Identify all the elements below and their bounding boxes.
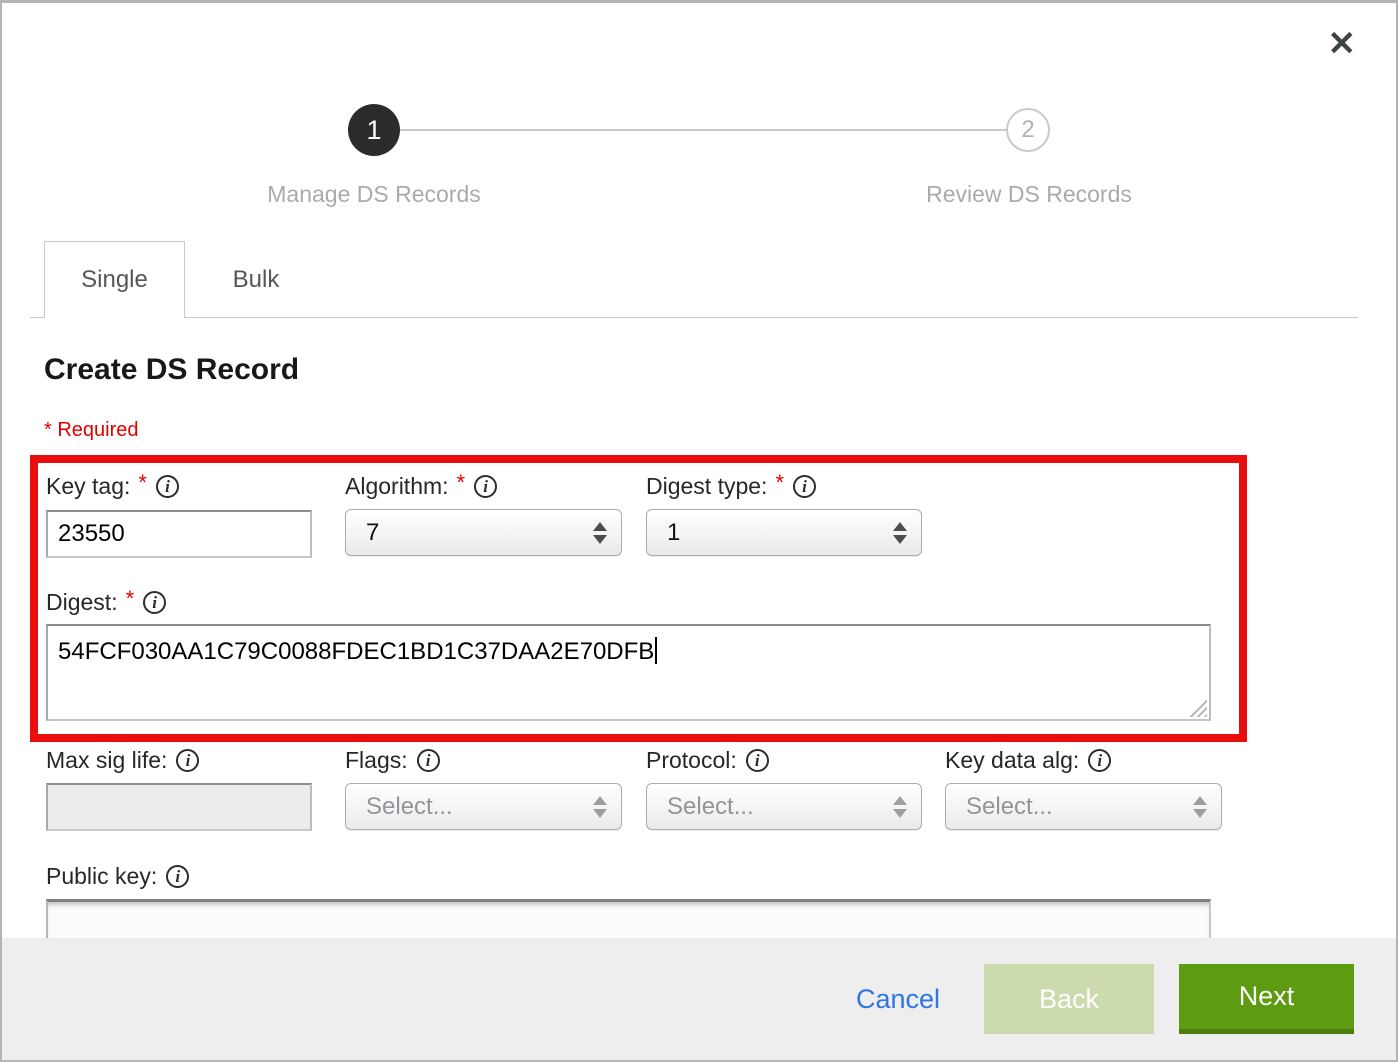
info-icon[interactable]: i [1088, 749, 1111, 772]
info-icon[interactable]: i [474, 475, 497, 498]
algorithm-label-row: Algorithm: * i [345, 471, 497, 501]
protocol-select[interactable]: Select... [646, 783, 922, 830]
public-key-label: Public key: [46, 863, 157, 890]
key-data-alg-select-value: Select... [966, 793, 1185, 821]
info-icon[interactable]: i [417, 749, 440, 772]
info-icon[interactable]: i [176, 749, 199, 772]
protocol-label: Protocol: [646, 747, 737, 774]
step-2-number: 2 [1021, 116, 1034, 144]
required-asterisk: * [457, 470, 466, 496]
key-tag-label: Key tag: [46, 473, 130, 500]
key-data-alg-select[interactable]: Select... [945, 783, 1222, 830]
next-button[interactable]: Next [1179, 964, 1354, 1034]
key-tag-label-row: Key tag: * i [46, 471, 179, 501]
flags-label-row: Flags: i [345, 745, 440, 775]
info-icon[interactable]: i [746, 749, 769, 772]
tab-bulk[interactable]: Bulk [185, 241, 327, 318]
digest-type-select[interactable]: 1 [646, 509, 922, 556]
key-tag-input[interactable] [46, 510, 312, 558]
algorithm-select[interactable]: 7 [345, 509, 622, 556]
digest-textarea[interactable]: 54FCF030AA1C79C0088FDEC1BD1C37DAA2E70DFB [46, 624, 1211, 721]
select-arrows-icon [593, 522, 607, 544]
key-data-alg-label-row: Key data alg: i [945, 745, 1111, 775]
info-icon[interactable]: i [156, 475, 179, 498]
protocol-select-value: Select... [667, 793, 885, 821]
algorithm-select-value: 7 [366, 519, 585, 547]
back-button[interactable]: Back [984, 964, 1154, 1034]
cancel-button[interactable]: Cancel [856, 984, 940, 1015]
select-arrows-icon [593, 796, 607, 818]
text-cursor [655, 637, 657, 664]
algorithm-label: Algorithm: [345, 473, 449, 500]
stepper-step-2: 2 [1006, 108, 1050, 152]
stepper-step-1: 1 [348, 104, 400, 156]
close-icon[interactable]: ✕ [1328, 27, 1357, 61]
required-asterisk: * [126, 586, 135, 612]
key-data-alg-label: Key data alg: [945, 747, 1079, 774]
digest-label-row: Digest: * i [46, 587, 166, 617]
required-asterisk: * [775, 470, 784, 496]
required-note: * Required [44, 419, 139, 442]
stepper-connector [400, 129, 1007, 131]
protocol-label-row: Protocol: i [646, 745, 769, 775]
flags-select-value: Select... [366, 793, 585, 821]
step-1-number: 1 [366, 115, 381, 146]
dialog-footer: Cancel Back Next [2, 938, 1396, 1060]
page-title: Create DS Record [44, 353, 299, 387]
tab-single[interactable]: Single [44, 241, 185, 318]
resize-grip-icon[interactable] [1189, 699, 1207, 717]
max-sig-life-input[interactable] [46, 783, 312, 831]
public-key-label-row: Public key: i [46, 861, 189, 891]
info-icon[interactable]: i [166, 865, 189, 888]
flags-select[interactable]: Select... [345, 783, 622, 830]
create-ds-record-dialog: ✕ 1 2 Manage DS Records Review DS Record… [0, 0, 1398, 1062]
select-arrows-icon [893, 522, 907, 544]
select-arrows-icon [1193, 796, 1207, 818]
digest-value: 54FCF030AA1C79C0088FDEC1BD1C37DAA2E70DFB [58, 638, 654, 665]
select-arrows-icon [893, 796, 907, 818]
info-icon[interactable]: i [143, 591, 166, 614]
flags-label: Flags: [345, 747, 408, 774]
required-asterisk: * [138, 470, 147, 496]
max-sig-life-label: Max sig life: [46, 747, 167, 774]
digest-label: Digest: [46, 589, 118, 616]
digest-type-label-row: Digest type: * i [646, 471, 816, 501]
info-icon[interactable]: i [793, 475, 816, 498]
digest-type-label: Digest type: [646, 473, 767, 500]
digest-type-select-value: 1 [667, 519, 885, 547]
step-1-label: Manage DS Records [214, 181, 534, 208]
step-2-label: Review DS Records [869, 181, 1189, 208]
max-sig-life-label-row: Max sig life: i [46, 745, 199, 775]
